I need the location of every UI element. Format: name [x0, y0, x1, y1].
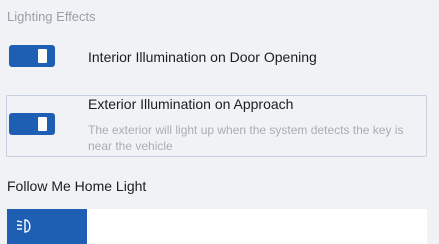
follow-me-home-title: Follow Me Home Light: [7, 178, 147, 194]
low-beam-headlight-icon: [16, 219, 31, 233]
toggle-knob: [38, 117, 47, 131]
follow-me-home-button[interactable]: [7, 209, 87, 244]
follow-me-home-selector[interactable]: [7, 209, 427, 244]
exterior-illumination-toggle[interactable]: [9, 113, 55, 135]
exterior-illumination-label: Exterior Illumination on Approach: [88, 96, 294, 112]
interior-illumination-label: Interior Illumination on Door Opening: [88, 49, 317, 65]
toggle-knob: [38, 49, 47, 63]
section-title: Lighting Effects: [7, 9, 96, 24]
exterior-illumination-description: The exterior will light up when the syst…: [88, 123, 404, 153]
interior-illumination-toggle[interactable]: [9, 45, 55, 67]
